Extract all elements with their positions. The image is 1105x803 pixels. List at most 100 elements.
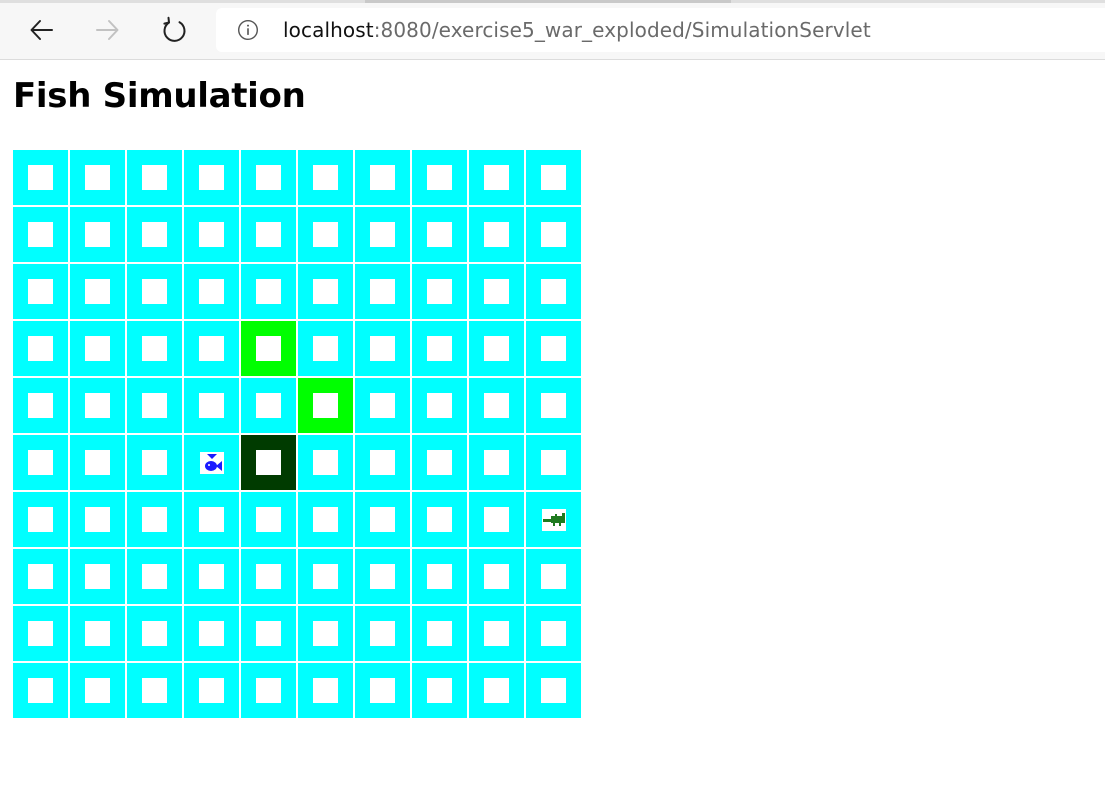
grid-cell bbox=[184, 150, 239, 205]
cell-center bbox=[28, 279, 53, 304]
cell-center bbox=[85, 222, 110, 247]
cell-center bbox=[427, 621, 452, 646]
cell-center bbox=[142, 279, 167, 304]
grid-cell bbox=[241, 207, 296, 262]
cell-center bbox=[142, 507, 167, 532]
cell-center bbox=[199, 336, 224, 361]
cell-center bbox=[256, 165, 281, 190]
tab-strip bbox=[0, 0, 1105, 3]
grid-cell bbox=[13, 264, 68, 319]
forward-button[interactable] bbox=[89, 12, 125, 48]
back-button[interactable] bbox=[24, 12, 60, 48]
cell-center bbox=[256, 507, 281, 532]
grid-cell bbox=[241, 150, 296, 205]
grid-cell bbox=[355, 492, 410, 547]
cell-center bbox=[541, 165, 566, 190]
cell-center bbox=[85, 279, 110, 304]
grid-cell bbox=[13, 492, 68, 547]
url-text[interactable]: localhost:8080/exercise5_war_exploded/Si… bbox=[283, 18, 871, 42]
grid-cell bbox=[127, 207, 182, 262]
cell-center bbox=[256, 336, 281, 361]
cell-center bbox=[256, 450, 281, 475]
grid-cell bbox=[412, 492, 467, 547]
grid-cell bbox=[526, 549, 581, 604]
grid-cell bbox=[526, 207, 581, 262]
grid-cell bbox=[13, 378, 68, 433]
page-title: Fish Simulation bbox=[13, 76, 306, 116]
grid-cell bbox=[469, 606, 524, 661]
reload-button[interactable] bbox=[156, 12, 192, 48]
grid-cell bbox=[298, 321, 353, 376]
cell-center bbox=[313, 279, 338, 304]
grid-cell bbox=[13, 606, 68, 661]
grid-cell bbox=[184, 264, 239, 319]
grid-cell bbox=[127, 378, 182, 433]
cell-center bbox=[427, 450, 452, 475]
grid-cell bbox=[184, 663, 239, 718]
cell-center bbox=[85, 450, 110, 475]
grid-cell bbox=[127, 321, 182, 376]
cell-center bbox=[28, 564, 53, 589]
cell-center bbox=[256, 393, 281, 418]
info-circle-icon[interactable] bbox=[237, 19, 259, 41]
cell-center bbox=[541, 393, 566, 418]
grid-cell bbox=[184, 492, 239, 547]
simulation-grid bbox=[13, 150, 581, 718]
cell-center bbox=[313, 336, 338, 361]
grid-cell bbox=[526, 435, 581, 490]
grid-cell bbox=[412, 549, 467, 604]
grid-cell bbox=[241, 549, 296, 604]
grid-cell bbox=[298, 492, 353, 547]
cell-center bbox=[313, 507, 338, 532]
cell-center bbox=[28, 393, 53, 418]
grid-cell bbox=[469, 663, 524, 718]
cell-center bbox=[256, 564, 281, 589]
grid-cell bbox=[355, 663, 410, 718]
cell-center bbox=[85, 678, 110, 703]
fish-icon bbox=[204, 453, 222, 471]
grid-cell bbox=[70, 264, 125, 319]
cell-center bbox=[256, 279, 281, 304]
grid-cell bbox=[184, 435, 239, 490]
cell-center bbox=[484, 222, 509, 247]
grid-cell bbox=[412, 378, 467, 433]
cell-center bbox=[85, 621, 110, 646]
grid-cell bbox=[412, 435, 467, 490]
grid-cell bbox=[412, 321, 467, 376]
active-tab-indicator[interactable] bbox=[365, 0, 731, 3]
grid-cell bbox=[241, 492, 296, 547]
cell-center bbox=[541, 564, 566, 589]
cell-center bbox=[370, 678, 395, 703]
grid-cell bbox=[241, 264, 296, 319]
address-bar[interactable]: localhost:8080/exercise5_war_exploded/Si… bbox=[216, 8, 1105, 52]
browser-toolbar: localhost:8080/exercise5_war_exploded/Si… bbox=[0, 0, 1105, 60]
grid-cell bbox=[241, 606, 296, 661]
grid-cell bbox=[13, 549, 68, 604]
cell-center bbox=[142, 621, 167, 646]
predator-sprite bbox=[541, 508, 566, 531]
cell-center bbox=[313, 450, 338, 475]
cell-center bbox=[28, 507, 53, 532]
arrow-right-icon bbox=[96, 20, 119, 40]
cell-center bbox=[370, 222, 395, 247]
cell-center bbox=[142, 450, 167, 475]
cell-center bbox=[484, 621, 509, 646]
cell-center bbox=[313, 564, 338, 589]
grid-cell bbox=[70, 663, 125, 718]
grid-cell bbox=[241, 663, 296, 718]
grid-cell bbox=[127, 264, 182, 319]
grid-cell bbox=[355, 549, 410, 604]
cell-center bbox=[142, 678, 167, 703]
cell-center bbox=[541, 678, 566, 703]
grid-cell bbox=[298, 378, 353, 433]
grid-cell bbox=[355, 264, 410, 319]
grid-cell bbox=[469, 549, 524, 604]
grid-cell bbox=[241, 435, 296, 490]
cell-center bbox=[370, 393, 395, 418]
cell-center bbox=[370, 507, 395, 532]
grid-cell bbox=[298, 207, 353, 262]
grid-cell bbox=[469, 321, 524, 376]
grid-cell bbox=[127, 435, 182, 490]
grid-cell bbox=[526, 663, 581, 718]
grid-cell bbox=[298, 663, 353, 718]
